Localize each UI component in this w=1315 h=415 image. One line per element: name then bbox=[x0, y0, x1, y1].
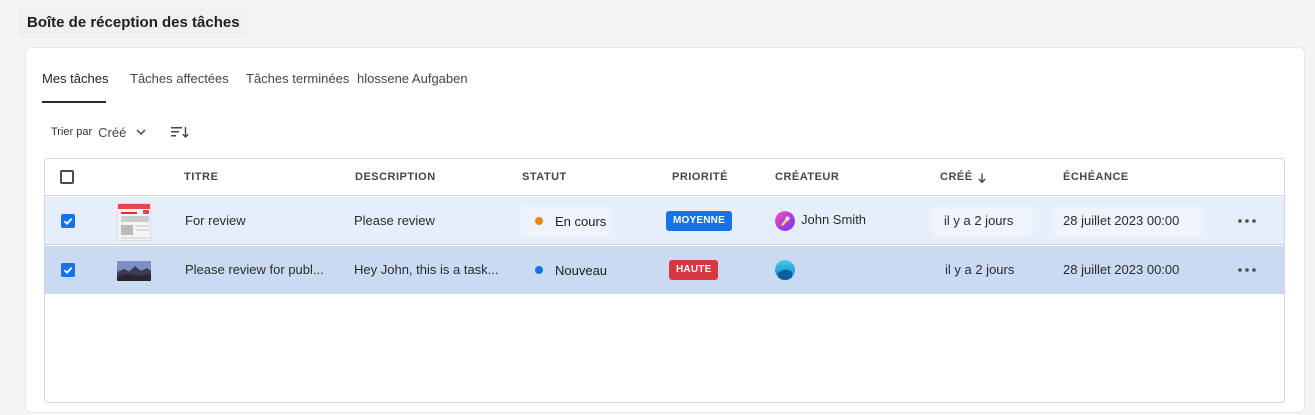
page-title: Boîte de réception des tâches bbox=[27, 14, 240, 31]
tab-my-tasks[interactable]: Mes tâches bbox=[42, 66, 108, 92]
task-title[interactable]: For review bbox=[185, 197, 335, 245]
column-header-priority[interactable]: PRIORITÉ bbox=[672, 159, 728, 196]
checkmark-icon bbox=[63, 217, 73, 225]
column-header-due[interactable]: ÉCHÉANCE bbox=[1063, 159, 1129, 196]
column-header-description[interactable]: DESCRIPTION bbox=[355, 159, 436, 196]
column-header-created[interactable]: CRÉÉ bbox=[940, 159, 973, 196]
status-label: Nouveau bbox=[555, 262, 608, 278]
page-title-container: Boîte de réception des tâches bbox=[18, 8, 249, 38]
sort-field-select[interactable]: Créé bbox=[98, 125, 148, 140]
more-actions-button[interactable] bbox=[1235, 246, 1259, 294]
status-label: En cours bbox=[555, 213, 607, 229]
creator-avatar bbox=[775, 260, 795, 280]
tab-assigned-tasks[interactable]: Tâches affectées bbox=[130, 66, 229, 92]
task-status: Nouveau bbox=[535, 246, 607, 294]
task-description: Please review bbox=[354, 213, 435, 228]
table-row[interactable]: For review Please review En cours MOYENN… bbox=[45, 197, 1284, 245]
creator-avatar bbox=[775, 211, 795, 231]
status-dot bbox=[535, 266, 543, 274]
task-title[interactable]: Please review for publ... bbox=[185, 246, 335, 294]
created-date: il y a 2 jours bbox=[944, 213, 1014, 228]
priority-badge: HAUTE bbox=[669, 260, 719, 280]
user-avatar-icon bbox=[775, 211, 795, 231]
task-inbox-card: Mes tâches Tâches affectées Tâches termi… bbox=[25, 47, 1305, 413]
task-status: En cours bbox=[535, 197, 606, 245]
row-checkbox[interactable] bbox=[61, 214, 75, 228]
sort-arrow-down-icon[interactable] bbox=[976, 172, 988, 184]
image-preview-icon bbox=[117, 261, 151, 281]
column-header-title[interactable]: TITRE bbox=[184, 159, 218, 196]
task-thumbnail bbox=[117, 203, 151, 241]
user-avatar-icon bbox=[775, 260, 795, 280]
status-dot bbox=[535, 217, 543, 225]
row-checkbox[interactable] bbox=[61, 263, 75, 277]
column-header-status[interactable]: STATUT bbox=[522, 159, 567, 196]
tab-completed-tasks[interactable]: Tâches terminées bbox=[246, 66, 349, 92]
task-description: Hey John, this is a task... bbox=[354, 262, 499, 277]
more-icon bbox=[1238, 268, 1256, 272]
priority-badge: MOYENNE bbox=[666, 211, 732, 231]
select-all-checkbox[interactable] bbox=[60, 170, 74, 184]
table-header: TITRE DESCRIPTION STATUT PRIORITÉ CRÉATE… bbox=[45, 159, 1284, 196]
created-date: il y a 2 jours bbox=[945, 262, 1015, 277]
creator-name: John Smith bbox=[801, 212, 867, 227]
table-row[interactable]: Please review for publ... Hey John, this… bbox=[45, 246, 1284, 294]
due-date: 28 juillet 2023 00:00 bbox=[1063, 213, 1180, 228]
tab-closed-tasks[interactable]: hlossene Aufgaben bbox=[357, 66, 468, 92]
tasks-table: TITRE DESCRIPTION STATUT PRIORITÉ CRÉATE… bbox=[44, 158, 1285, 403]
sort-direction-icon[interactable] bbox=[170, 124, 190, 140]
more-icon bbox=[1238, 219, 1256, 223]
due-date: 28 juillet 2023 00:00 bbox=[1063, 262, 1180, 277]
sort-controls: Trier par Créé bbox=[51, 120, 190, 144]
task-thumbnail bbox=[117, 261, 151, 281]
document-preview-icon bbox=[118, 204, 150, 239]
chevron-down-icon bbox=[136, 129, 146, 136]
checkmark-icon bbox=[63, 266, 73, 274]
active-tab-indicator bbox=[42, 101, 106, 103]
more-actions-button[interactable] bbox=[1235, 197, 1259, 245]
sort-field-value: Créé bbox=[98, 124, 127, 140]
sort-label: Trier par bbox=[51, 126, 93, 138]
column-header-creator[interactable]: CRÉATEUR bbox=[775, 159, 839, 196]
